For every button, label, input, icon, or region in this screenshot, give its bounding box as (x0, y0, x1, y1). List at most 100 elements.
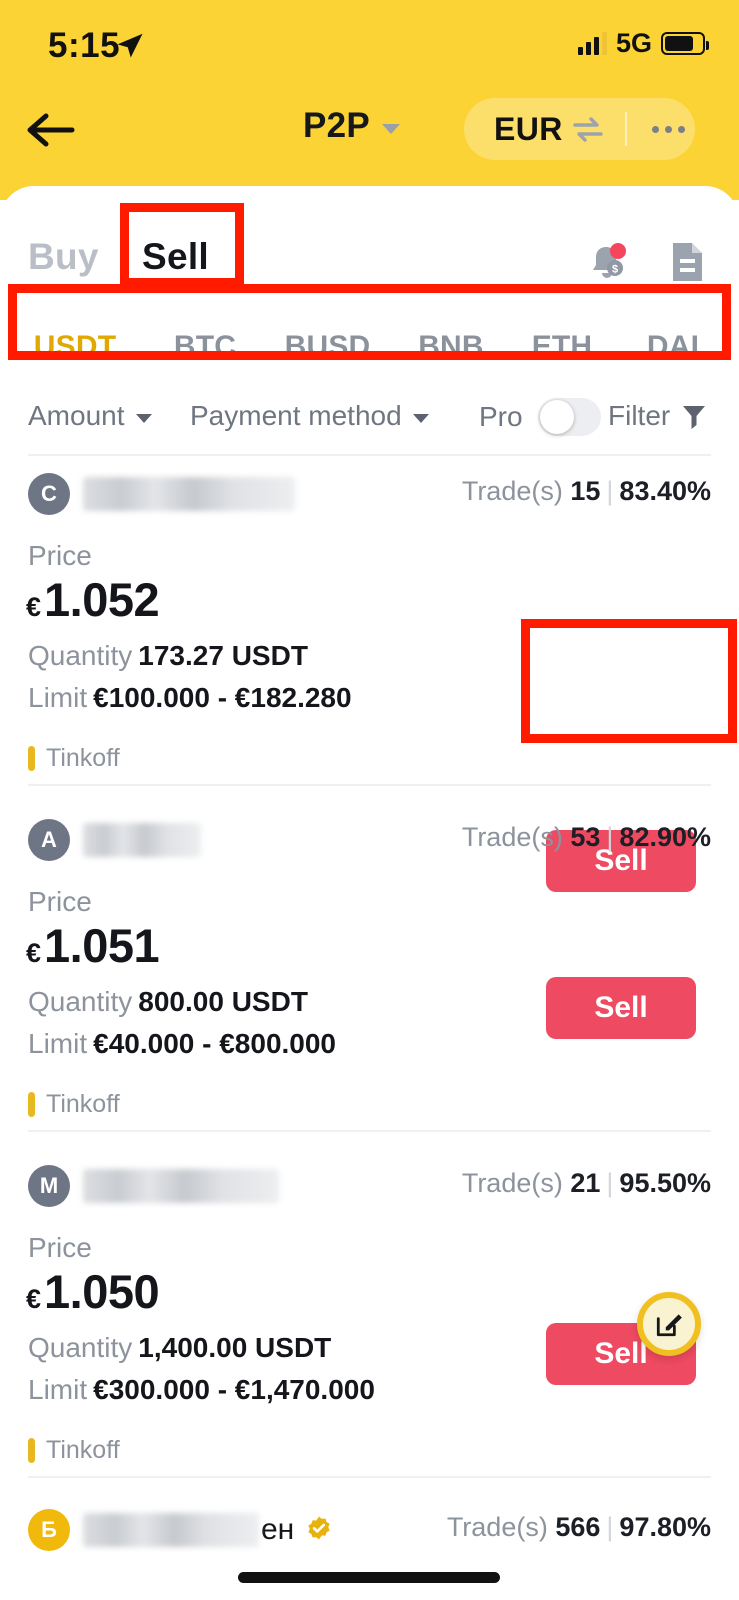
merchant-name-redacted (83, 1169, 279, 1203)
completion-rate: 83.40% (619, 476, 711, 506)
offer-divider (28, 1476, 711, 1478)
app-header: 5:15 5G P2P EUR (0, 0, 739, 200)
limit-value: €100.000 - €182.280 (93, 682, 352, 713)
quantity-label: Quantity (28, 1332, 133, 1363)
quantity-label: Quantity (28, 640, 133, 671)
completion-rate: 95.50% (619, 1168, 711, 1198)
limit-row: Limit €100.000 - €182.280 (28, 682, 352, 714)
currency-selector[interactable]: EUR (464, 98, 695, 160)
caret-down-icon (412, 413, 429, 423)
filter-amount[interactable]: Amount (28, 400, 152, 432)
caret-down-icon (135, 413, 152, 423)
quantity-value: 173.27 USDT (138, 640, 308, 671)
filter-label: Filter (608, 400, 671, 431)
coin-tab-5[interactable]: DAI (617, 330, 729, 364)
status-bar-time: 5:15 (48, 26, 121, 65)
trades-count: 21 (570, 1168, 601, 1198)
funnel-icon (681, 403, 707, 429)
coin-tab-1[interactable]: BTC (150, 330, 260, 364)
trade-stats: Trade(s) 53 | 82.90% (461, 822, 711, 852)
coin-tab-2[interactable]: BUSD (260, 330, 395, 364)
quantity-label: Quantity (28, 986, 133, 1017)
header-actions: $ (585, 240, 705, 284)
price-currency: € (26, 938, 42, 968)
battery-icon (661, 31, 709, 55)
document-icon[interactable] (669, 240, 705, 284)
limit-label: Limit (28, 682, 88, 713)
trades-label: Trade(s) (461, 476, 563, 506)
payment-method-name: Tinkoff (46, 1090, 120, 1118)
price-currency: € (26, 1284, 42, 1314)
pro-toggle-group[interactable]: Pro (479, 398, 601, 436)
coin-tab-3[interactable]: BNB (395, 330, 507, 364)
trades-count: 15 (570, 476, 601, 506)
edit-post-ad-icon[interactable] (637, 1292, 701, 1356)
back-arrow-icon[interactable] (26, 106, 78, 154)
filter-bar: Amount Payment method Pro Filter (0, 382, 739, 452)
avatar: Б (28, 1509, 70, 1551)
trades-count: 53 (570, 822, 601, 852)
tab-buy[interactable]: Buy (28, 236, 99, 278)
trades-label: Trade(s) (461, 822, 563, 852)
filter-payment-method[interactable]: Payment method (190, 400, 429, 432)
merchant-header: C (28, 472, 295, 516)
pro-toggle[interactable] (537, 398, 601, 436)
trades-count: 566 (555, 1512, 601, 1542)
offer-divider (28, 1130, 711, 1132)
offer-row[interactable]: M Trade(s) 21 | 95.50% Price € 1.050 Quant… (0, 1164, 739, 1464)
price-currency: € (26, 592, 42, 622)
offer-divider (28, 784, 711, 786)
price-label: Price (28, 1232, 92, 1263)
offer-row[interactable]: Б ен Trade(s) 566 | 97.80% (0, 1508, 739, 1598)
price-value: 1.050 (44, 1265, 160, 1318)
signal-bars-icon (577, 31, 607, 55)
quantity-value: 1,400.00 USDT (138, 1332, 332, 1363)
currency-label: EUR (494, 110, 563, 147)
price-value-group: € 1.051 (26, 918, 160, 973)
more-dots-icon[interactable] (651, 125, 685, 133)
buy-sell-tabs: Buy Sell $ (0, 222, 739, 310)
price-label: Price (28, 540, 92, 571)
list-top-divider (28, 454, 711, 456)
avatar: M (28, 1165, 70, 1207)
trade-stats: Trade(s) 566 | 97.80% (446, 1512, 711, 1542)
location-arrow-icon (115, 30, 145, 60)
payment-method-tag: Tinkoff (28, 1090, 120, 1119)
page-title: P2P (303, 106, 371, 145)
price-value: 1.051 (44, 919, 160, 972)
p2p-title-selector[interactable]: P2P (303, 106, 401, 146)
limit-label: Limit (28, 1374, 88, 1405)
svg-text:$: $ (612, 264, 618, 276)
trade-stats: Trade(s) 21 | 95.50% (461, 1168, 711, 1198)
chevron-down-icon (382, 124, 401, 134)
merchant-header: Б ен (28, 1508, 332, 1552)
coin-tab-4[interactable]: ETH (507, 330, 617, 364)
offer-row[interactable]: C Trade(s) 15 | 83.40% Price € 1.052 Quant… (0, 472, 739, 892)
filter-payment-label: Payment method (190, 400, 402, 431)
verified-badge-icon (306, 1515, 332, 1546)
price-value: 1.052 (44, 573, 160, 626)
merchant-name-redacted (83, 1513, 259, 1547)
tab-sell[interactable]: Sell (142, 236, 209, 278)
merchant-header: M (28, 1164, 279, 1208)
limit-value: €40.000 - €800.000 (93, 1028, 337, 1059)
bell-dollar-icon[interactable]: $ (585, 240, 629, 284)
pill-divider (624, 112, 627, 146)
status-bar: 5:15 5G (0, 0, 739, 78)
limit-label: Limit (28, 1028, 88, 1059)
content-sheet: Buy Sell $ USDT BTC BUSD BNB ETH DAI Amo… (0, 186, 739, 1600)
sell-button[interactable]: Sell (546, 977, 696, 1039)
price-label: Price (28, 886, 92, 917)
offer-row[interactable]: A Trade(s) 53 | 82.90% Price € 1.051 Quant… (0, 818, 739, 1118)
merchant-header: A (28, 818, 201, 862)
merchant-name-redacted (83, 477, 295, 511)
filter-button[interactable]: Filter (608, 400, 707, 432)
coin-tab-0[interactable]: USDT (0, 330, 150, 364)
pro-label: Pro (479, 401, 523, 432)
trades-label: Trade(s) (446, 1512, 548, 1542)
merchant-name-suffix: ен (261, 1513, 295, 1546)
home-indicator (238, 1572, 500, 1583)
trades-label: Trade(s) (461, 1168, 563, 1198)
limit-row: Limit €40.000 - €800.000 (28, 1028, 336, 1060)
completion-rate: 82.90% (619, 822, 711, 852)
